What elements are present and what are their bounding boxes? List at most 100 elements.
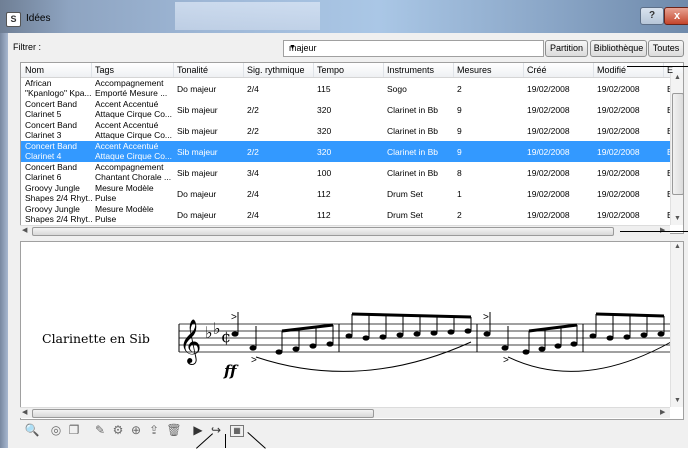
title-bar[interactable]: S Idées ? x <box>0 0 688 33</box>
table-row[interactable]: Concert Band Clarinet 6 Accompagnement Chan… <box>21 162 683 183</box>
column-separator[interactable] <box>453 63 454 77</box>
ideas-toolbar: 🔍 ◎ ❐ ✎ ⚙ ⊕ ⇪ 🗑 ▶ ↪ ▦ <box>20 420 260 442</box>
column-header-tonalite[interactable]: Tonalité <box>177 65 208 75</box>
filter-all-button[interactable]: Toutes <box>648 40 684 57</box>
capture-icon[interactable]: ▦ <box>230 425 244 437</box>
new-idea-icon[interactable]: ⊕ <box>128 422 144 438</box>
scroll-down-icon[interactable]: ▼ <box>674 215 681 222</box>
column-header-cree[interactable]: Créé <box>527 65 547 75</box>
zoom-icon[interactable]: 🔍 <box>24 422 40 438</box>
scroll-right-icon[interactable]: ▶ <box>660 226 665 234</box>
column-separator[interactable] <box>313 63 314 77</box>
scroll-up-icon[interactable]: ▲ <box>674 243 681 250</box>
cell-cree: 19/02/2008 <box>527 147 570 157</box>
import-icon[interactable]: ◎ <box>48 422 64 438</box>
play-icon[interactable]: ▶ <box>190 422 206 438</box>
instrument-label: Clarinette en Sib <box>42 331 150 346</box>
cell-tags: Accompagnement Chantant Chorale ... <box>95 163 173 182</box>
cell-tempo: 320 <box>317 126 332 136</box>
settings-icon[interactable]: ⚙ <box>110 422 126 438</box>
close-button[interactable]: x <box>664 7 688 25</box>
flat-sign-icon: ♭ <box>205 323 213 342</box>
cell-tags: Accent Accentué Attaque Cirque Co... <box>95 121 173 140</box>
scroll-up-icon[interactable]: ▲ <box>674 74 681 81</box>
table-horizontal-scrollbar[interactable]: ◀ ▶ <box>20 225 670 236</box>
column-header-tags[interactable]: Tags <box>95 65 114 75</box>
column-header-nom[interactable]: Nom <box>25 65 44 75</box>
ideas-table[interactable]: Nom Tags Tonalité Sig. rythmique Tempo I… <box>20 62 684 234</box>
scroll-left-icon[interactable]: ◀ <box>22 408 27 416</box>
cell-nom-line: Shapes 2/4 Rhyt... <box>25 213 93 224</box>
export-icon[interactable]: ⇪ <box>146 422 162 438</box>
cell-cree: 19/02/2008 <box>527 105 570 115</box>
cell-tempo: 112 <box>317 189 331 199</box>
cell-nom: Groovy Jungle Shapes 2/4 Rhyt... <box>25 184 93 203</box>
note-head <box>483 331 491 337</box>
filter-combobox[interactable]: majeur ▼ <box>283 40 544 57</box>
cell-nom: Concert Band Clarinet 6 <box>25 163 93 182</box>
cell-nom-line: Clarinet 5 <box>25 108 62 119</box>
scroll-thumb[interactable] <box>32 227 614 236</box>
column-separator[interactable] <box>383 63 384 77</box>
cell-sig: 2/2 <box>247 126 259 136</box>
delete-icon[interactable]: 🗑 <box>166 422 182 438</box>
table-row[interactable]: Concert Band Clarinet 4 Accent Accentué Att… <box>21 141 683 162</box>
table-row[interactable]: Groovy Jungle Shapes 2/4 Rhyt... Mesure Mo… <box>21 183 683 204</box>
column-header-modifie[interactable]: Modifié <box>597 65 626 75</box>
callout-pointer-line <box>627 66 688 67</box>
cell-sig: 2/4 <box>247 189 259 199</box>
table-row[interactable]: Groovy Jungle Shapes 2/4 Rhyt... Mesure Mo… <box>21 204 683 225</box>
score-horizontal-scrollbar[interactable]: ◀ ▶ <box>20 407 670 418</box>
cell-tonalite: Do majeur <box>177 189 217 199</box>
cell-nom: African "Kpanlogo" Kpa... <box>25 79 93 98</box>
table-row[interactable]: Concert Band Clarinet 5 Accent Accentué Att… <box>21 99 683 120</box>
cell-tags-line: Attaque Cirque Co... <box>95 150 173 161</box>
cell-tags-line: Chantant Chorale ... <box>95 171 172 182</box>
cut-time-icon: ¢ <box>221 327 231 346</box>
cell-sig: 2/2 <box>247 147 259 157</box>
column-header-mesures[interactable]: Mesures <box>457 65 492 75</box>
accent-icon: > <box>483 312 489 323</box>
column-separator[interactable] <box>593 63 594 77</box>
cell-modifie: 19/02/2008 <box>597 84 640 94</box>
score-vertical-scrollbar[interactable]: ▲ ▼ <box>670 242 683 407</box>
cell-nom-line: Clarinet 6 <box>25 171 62 182</box>
column-header-tempo[interactable]: Tempo <box>317 65 344 75</box>
table-row[interactable]: Concert Band Clarinet 3 Accent Accentué Att… <box>21 120 683 141</box>
column-separator[interactable] <box>91 63 92 77</box>
column-separator[interactable] <box>173 63 174 77</box>
cell-mesures: 2 <box>457 84 462 94</box>
flat-sign-icon: ♭ <box>213 319 221 338</box>
column-header-sig[interactable]: Sig. rythmique <box>247 65 305 75</box>
cell-tonalite: Do majeur <box>177 210 217 220</box>
cell-modifie: 19/02/2008 <box>597 126 640 136</box>
cell-instruments: Drum Set <box>387 189 423 199</box>
column-separator[interactable] <box>243 63 244 77</box>
table-vertical-scrollbar[interactable]: ▲ ▼ <box>670 73 684 225</box>
scroll-down-icon[interactable]: ▼ <box>674 397 681 404</box>
callout-pointer-line <box>620 231 688 232</box>
column-header-instruments[interactable]: Instruments <box>387 65 434 75</box>
cell-nom: Concert Band Clarinet 5 <box>25 100 93 119</box>
dropdown-arrow-icon[interactable]: ▼ <box>289 44 539 51</box>
table-header: Nom Tags Tonalité Sig. rythmique Tempo I… <box>21 63 683 78</box>
table-row[interactable]: African "Kpanlogo" Kpa... Accompagnement Em… <box>21 78 683 99</box>
scroll-thumb[interactable] <box>32 409 374 418</box>
help-button[interactable]: ? <box>640 7 664 25</box>
scroll-right-icon[interactable]: ▶ <box>660 408 665 416</box>
scroll-thumb[interactable] <box>672 93 684 195</box>
note-head <box>501 345 509 351</box>
cell-sig: 2/4 <box>247 84 259 94</box>
scroll-left-icon[interactable]: ◀ <box>22 226 27 234</box>
cell-cree: 19/02/2008 <box>527 126 570 136</box>
column-separator[interactable] <box>523 63 524 77</box>
filter-partition-button[interactable]: Partition <box>545 40 588 57</box>
cell-instruments: Sogo <box>387 84 407 94</box>
dynamic-marking: ff <box>223 362 239 380</box>
filter-library-button[interactable]: Bibliothèque <box>590 40 647 57</box>
cell-mesures: 1 <box>457 189 462 199</box>
copy-icon[interactable]: ❐ <box>66 422 82 438</box>
edit-icon[interactable]: ✎ <box>92 422 108 438</box>
cell-instruments: Clarinet in Bb <box>387 105 439 115</box>
beamed-notes-group <box>345 312 472 341</box>
